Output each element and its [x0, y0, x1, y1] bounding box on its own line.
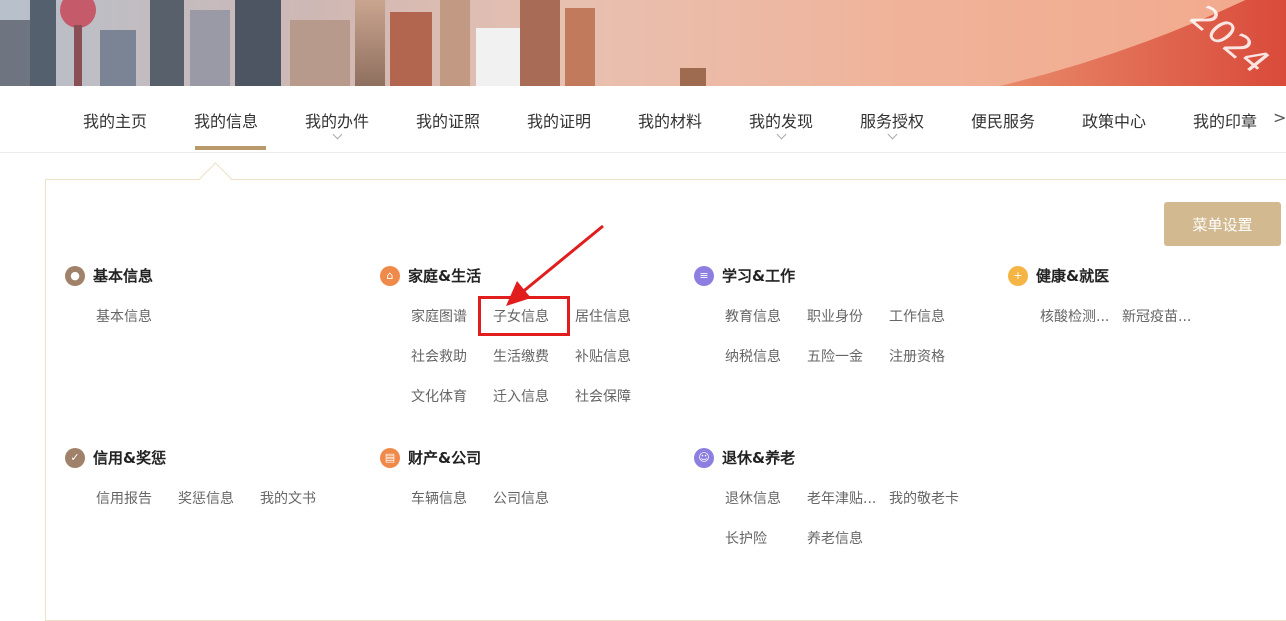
category-title: 信用&奖惩	[93, 449, 167, 467]
person-icon: ●	[65, 265, 85, 286]
city-skyline-illustration: 2024	[0, 0, 1286, 86]
link-registration-qualification[interactable]: 注册资格	[889, 346, 945, 366]
link-family-tree[interactable]: 家庭图谱	[411, 306, 467, 326]
chevron-down-icon	[887, 129, 898, 140]
link-move-in-info[interactable]: 迁入信息	[493, 386, 549, 406]
nav-label: 我的印章	[1193, 112, 1258, 131]
main-nav: 我的主页 我的信息 我的办件 我的证照 我的证明 我的材料 我的发现 服务授权 …	[0, 86, 1286, 153]
link-company-info[interactable]: 公司信息	[493, 488, 549, 508]
nav-label: 我的证明	[527, 112, 592, 131]
nav-label: 我的证照	[416, 112, 481, 131]
link-tax-info[interactable]: 纳税信息	[725, 346, 781, 366]
highlight-box	[478, 296, 570, 336]
book-icon: ≡	[694, 265, 714, 286]
my-info-dropdown-panel	[45, 179, 1286, 621]
medical-icon: +	[1008, 265, 1028, 286]
nav-item-my-cases[interactable]: 我的办件	[305, 108, 369, 140]
nav-item-my-materials[interactable]: 我的材料	[638, 108, 702, 132]
link-elderly-info[interactable]: 养老信息	[807, 528, 863, 548]
link-credit-report[interactable]: 信用报告	[96, 488, 152, 508]
link-nucleic-acid-test[interactable]: 核酸检测...	[1040, 306, 1109, 326]
nav-item-public-services[interactable]: 便民服务	[971, 108, 1035, 132]
link-education-info[interactable]: 教育信息	[725, 306, 781, 326]
menu-settings-button[interactable]: 菜单设置	[1164, 202, 1281, 246]
link-rewards-penalties[interactable]: 奖惩信息	[178, 488, 234, 508]
link-work-info[interactable]: 工作信息	[889, 306, 945, 326]
link-long-term-care[interactable]: 长护险	[725, 528, 767, 548]
link-subsidy-info[interactable]: 补贴信息	[575, 346, 631, 366]
link-retirement-info[interactable]: 退休信息	[725, 488, 781, 508]
nav-item-my-seal[interactable]: 我的印章	[1193, 108, 1257, 132]
link-basic-info[interactable]: 基本信息	[96, 306, 152, 326]
nav-item-policy-center[interactable]: 政策中心	[1082, 108, 1146, 132]
category-credit-rewards: ✓ 信用&奖惩	[65, 447, 166, 468]
active-tab-indicator	[195, 146, 266, 150]
nav-more-arrow-icon[interactable]: >	[1273, 108, 1286, 127]
category-basic-info: ● 基本信息	[65, 265, 153, 286]
nav-label: 便民服务	[971, 112, 1036, 131]
nav-item-home[interactable]: 我的主页	[83, 108, 147, 132]
category-title: 财产&公司	[408, 449, 482, 467]
category-health-medical: + 健康&就医	[1008, 265, 1109, 286]
chevron-down-icon	[776, 129, 787, 140]
link-residence-info[interactable]: 居住信息	[575, 306, 631, 326]
nav-label: 我的材料	[638, 112, 703, 131]
nav-item-service-auth[interactable]: 服务授权	[860, 108, 924, 140]
nav-label: 政策中心	[1082, 112, 1147, 131]
category-title: 健康&就医	[1036, 267, 1110, 285]
category-retirement-elderly: ☺ 退休&养老	[694, 447, 795, 468]
link-covid-vaccine[interactable]: 新冠疫苗...	[1122, 306, 1191, 326]
nav-item-discover[interactable]: 我的发现	[749, 108, 813, 140]
category-title: 家庭&生活	[408, 267, 482, 285]
link-social-security[interactable]: 社会保障	[575, 386, 631, 406]
chevron-down-icon	[332, 129, 343, 140]
link-vehicle-info[interactable]: 车辆信息	[411, 488, 467, 508]
link-social-aid[interactable]: 社会救助	[411, 346, 467, 366]
nav-label: 我的主页	[83, 112, 148, 131]
link-insurance-fund[interactable]: 五险一金	[807, 346, 863, 366]
link-senior-card[interactable]: 我的敬老卡	[889, 488, 959, 508]
category-family-life: ⌂ 家庭&生活	[380, 265, 481, 286]
nav-item-my-info[interactable]: 我的信息	[194, 108, 258, 132]
nav-item-my-certificates[interactable]: 我的证明	[527, 108, 591, 132]
elder-icon: ☺	[694, 447, 714, 468]
category-property-company: ▤ 财产&公司	[380, 447, 481, 468]
link-elderly-allowance[interactable]: 老年津贴...	[807, 488, 876, 508]
category-title: 退休&养老	[722, 449, 796, 467]
category-title: 学习&工作	[722, 267, 796, 285]
link-living-payment[interactable]: 生活缴费	[493, 346, 549, 366]
link-culture-sports[interactable]: 文化体育	[411, 386, 467, 406]
category-study-work: ≡ 学习&工作	[694, 265, 795, 286]
check-icon: ✓	[65, 447, 85, 468]
nav-item-my-licenses[interactable]: 我的证照	[416, 108, 480, 132]
header-banner: 2024	[0, 0, 1286, 86]
link-occupation[interactable]: 职业身份	[807, 306, 863, 326]
nav-label: 我的信息	[194, 112, 259, 131]
building-icon: ▤	[380, 447, 400, 468]
category-title: 基本信息	[93, 267, 154, 285]
link-my-documents[interactable]: 我的文书	[260, 488, 316, 508]
home-icon: ⌂	[380, 265, 400, 286]
